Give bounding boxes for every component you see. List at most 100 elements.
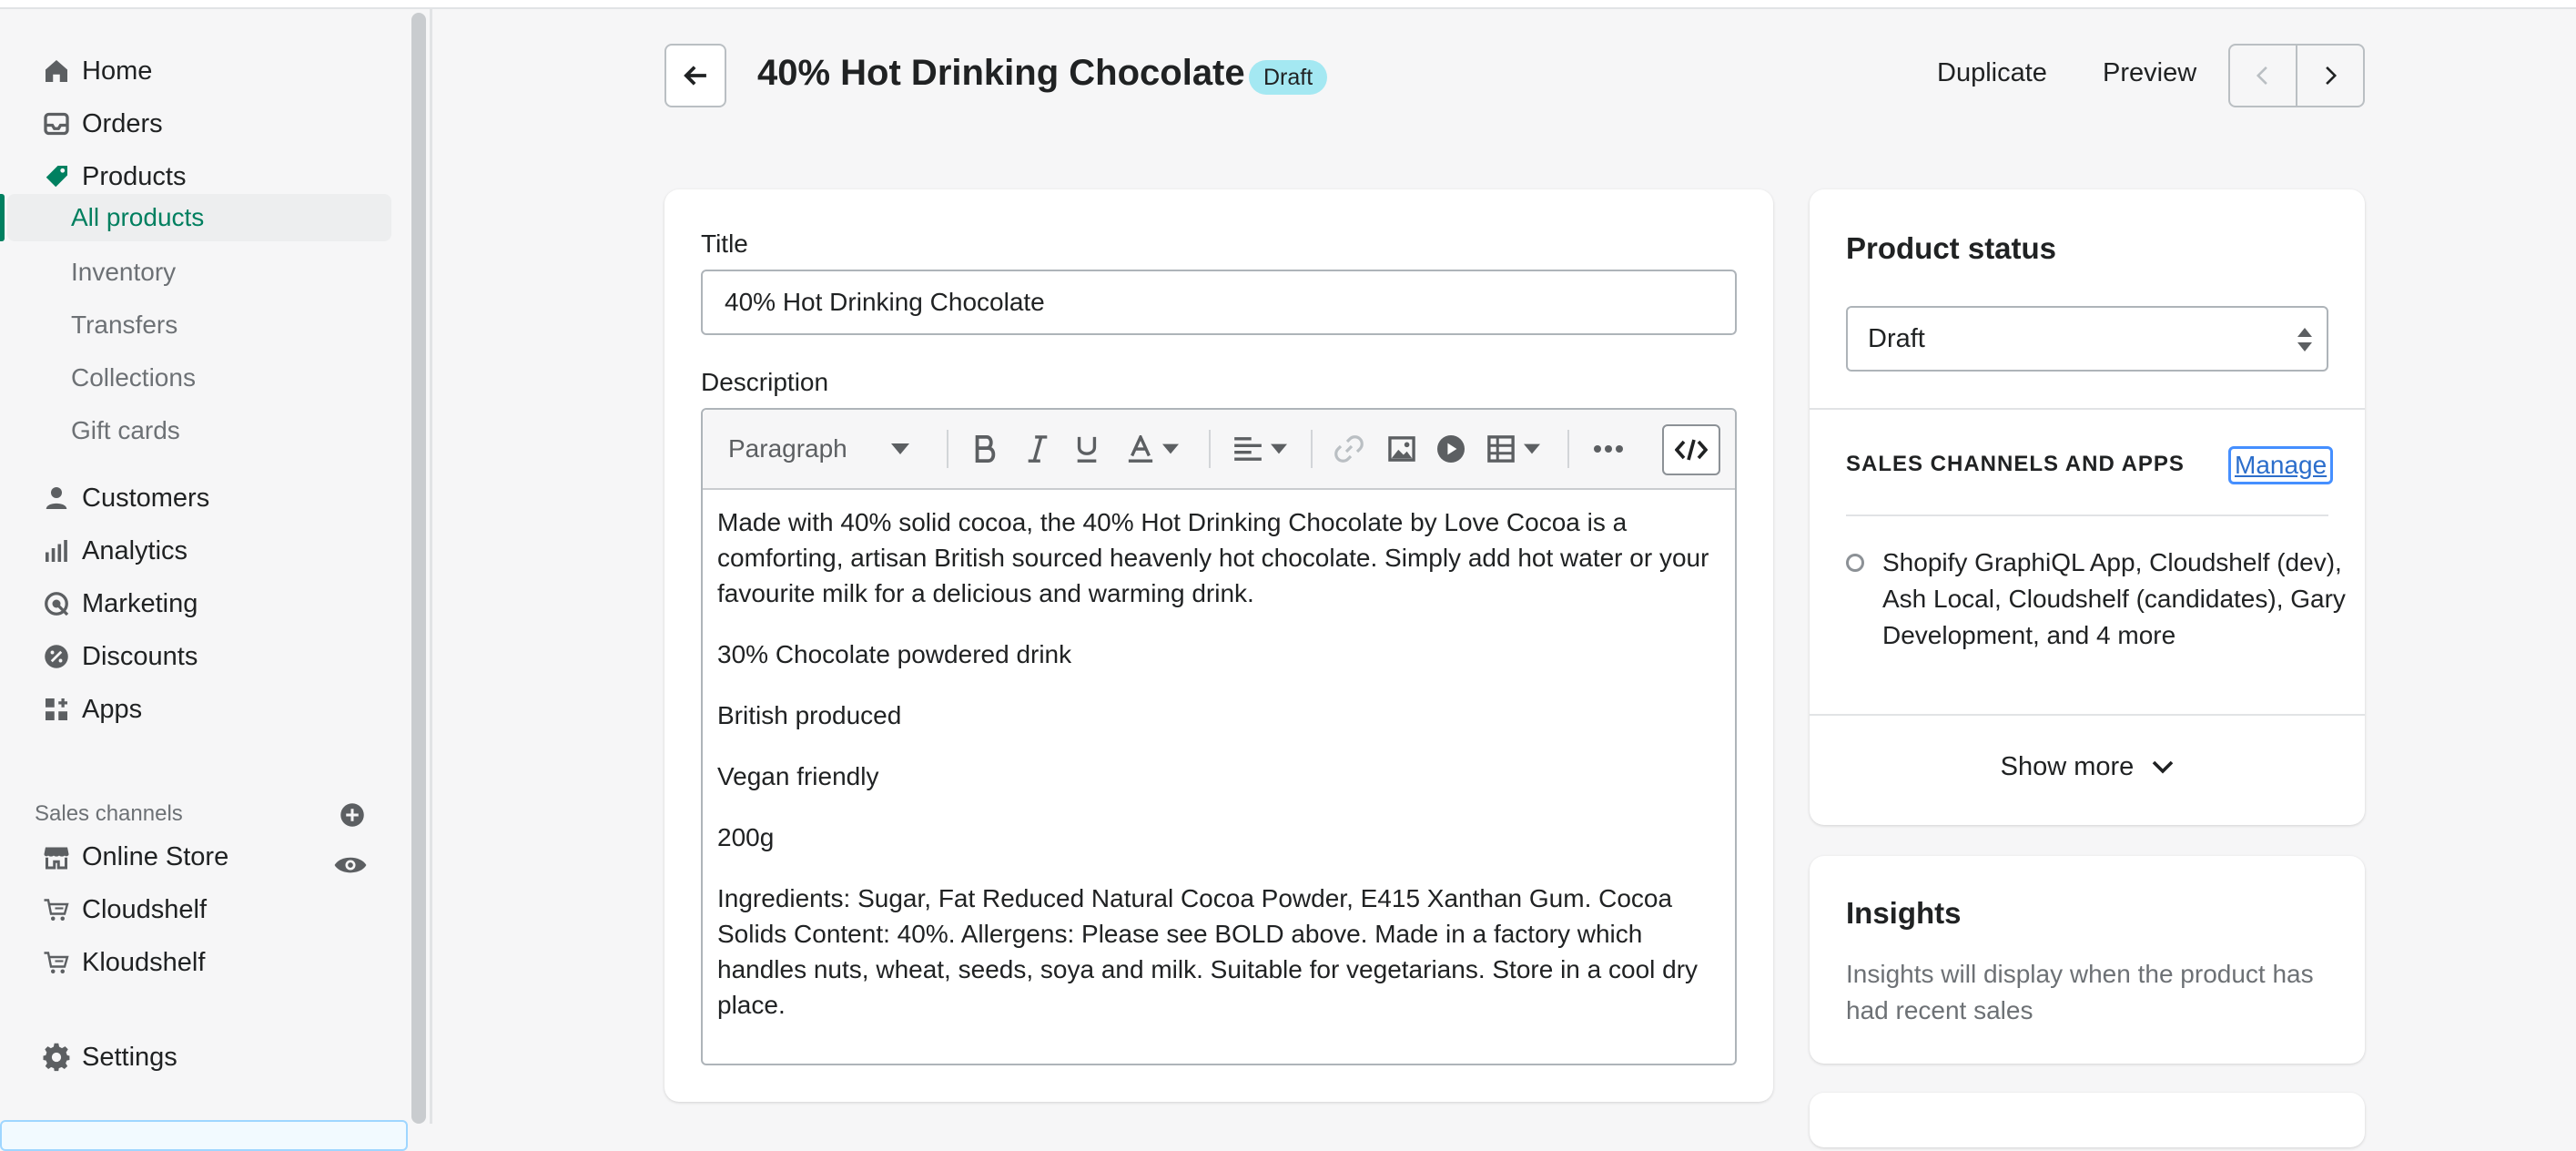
sidebar-item-home[interactable]: Home <box>0 49 391 93</box>
caret-down-icon <box>890 443 909 455</box>
top-bar <box>0 0 2576 9</box>
target-icon <box>40 587 73 620</box>
cart-icon <box>40 893 73 926</box>
page-title: 40% Hot Drinking Chocolate <box>757 53 1245 93</box>
toolbar-divider <box>947 430 948 468</box>
sidebar-item-all-products[interactable]: All products <box>7 194 391 241</box>
description-paragraph: 30% Chocolate powdered drink <box>717 640 1072 668</box>
sidebar-item-label: All products <box>71 203 205 231</box>
sidebar-item-inventory[interactable]: Inventory <box>0 249 391 296</box>
sidebar-item-label: Online Store <box>82 841 229 871</box>
status-select-value: Draft <box>1868 324 1925 353</box>
toolbar-divider <box>1209 430 1211 468</box>
sidebar-item-label: Collections <box>71 363 196 392</box>
description-paragraph: Made with 40% solid cocoa, the 40% Hot D… <box>717 508 1709 607</box>
sidebar-item-label: Customers <box>82 483 210 513</box>
sales-channels-heading: Sales channels <box>35 801 183 826</box>
sidebar-divider <box>430 9 432 1124</box>
sidebar-item-cloudshelf[interactable]: Cloudshelf <box>0 888 391 932</box>
insert-video-button[interactable] <box>1431 428 1471 470</box>
next-product-button[interactable] <box>2296 46 2363 106</box>
chevron-right-icon <box>2318 64 2342 87</box>
image-icon <box>1388 436 1415 462</box>
sidebar-item-label: Apps <box>82 694 143 724</box>
manage-channels-link[interactable]: Manage <box>2228 446 2334 484</box>
link-icon <box>1334 434 1364 463</box>
add-channel-icon[interactable] <box>339 801 366 829</box>
play-circle-icon <box>1436 434 1465 463</box>
tag-icon <box>40 160 73 193</box>
sidebar-nav: Home Orders Products All products Invent… <box>0 9 408 1151</box>
sidebar-bottom-banner[interactable] <box>0 1120 408 1151</box>
insert-image-button[interactable] <box>1382 428 1422 470</box>
align-button[interactable] <box>1229 428 1293 470</box>
caret-down-icon <box>1524 443 1540 454</box>
sidebar-item-analytics[interactable]: Analytics <box>0 529 391 573</box>
insert-table-button[interactable] <box>1482 428 1546 470</box>
sidebar-item-label: Cloudshelf <box>82 894 208 924</box>
sidebar-item-discounts[interactable]: Discounts <box>0 635 391 678</box>
sidebar-scrollbar[interactable] <box>411 13 426 1124</box>
sidebar-item-settings[interactable]: Settings <box>0 1035 391 1079</box>
toolbar-divider <box>1311 430 1313 468</box>
text-color-button[interactable] <box>1121 428 1185 470</box>
sidebar-item-label: Inventory <box>71 258 177 286</box>
home-icon <box>40 55 73 87</box>
previous-product-button[interactable] <box>2230 46 2296 106</box>
toolbar-divider <box>1567 430 1569 468</box>
more-options-button[interactable] <box>1586 428 1631 470</box>
show-more-button[interactable]: Show more <box>1810 752 2365 782</box>
insights-title: Insights <box>1846 896 1962 930</box>
status-select[interactable]: Draft <box>1846 306 2328 372</box>
sidebar-item-transfers[interactable]: Transfers <box>0 301 391 349</box>
sidebar-item-label: Kloudshelf <box>82 947 206 977</box>
sidebar-item-label: Settings <box>82 1042 177 1072</box>
description-paragraph: 200g <box>717 823 775 851</box>
sidebar-item-gift-cards[interactable]: Gift cards <box>0 407 391 454</box>
product-status-title: Product status <box>1846 231 2057 265</box>
paragraph-format-select[interactable]: Paragraph <box>728 428 909 470</box>
bold-button[interactable] <box>967 428 1003 470</box>
back-button[interactable] <box>664 44 726 107</box>
chevron-down-icon <box>2152 760 2174 775</box>
sidebar-item-apps[interactable]: Apps <box>0 688 391 731</box>
inbox-icon <box>40 107 73 140</box>
cart-icon <box>40 946 73 979</box>
sidebar-item-products[interactable]: Products <box>0 155 391 199</box>
section-divider <box>1846 514 2328 516</box>
preview-button[interactable]: Preview <box>2103 58 2196 88</box>
sidebar-item-label: Transfers <box>71 311 178 339</box>
bold-icon <box>973 435 997 463</box>
underline-button[interactable] <box>1069 428 1105 470</box>
status-badge: Draft <box>1249 60 1328 95</box>
sidebar-item-orders[interactable]: Orders <box>0 102 391 146</box>
section-divider <box>1810 408 2365 410</box>
html-source-button[interactable] <box>1662 424 1720 475</box>
description-editor: Paragraph Made with 40% solid cocoa, the… <box>701 408 1737 1065</box>
sidebar-item-label: Analytics <box>82 535 188 565</box>
align-left-icon <box>1234 437 1262 461</box>
description-content[interactable]: Made with 40% solid cocoa, the 40% Hot D… <box>717 504 1719 1048</box>
eye-icon[interactable] <box>333 851 368 879</box>
sidebar-item-customers[interactable]: Customers <box>0 476 391 520</box>
sidebar-item-label: Gift cards <box>71 416 180 444</box>
duplicate-button[interactable]: Duplicate <box>1937 58 2047 88</box>
format-select-label: Paragraph <box>728 434 847 463</box>
editor-toolbar: Paragraph <box>703 410 1735 490</box>
title-label: Title <box>701 229 748 258</box>
caret-down-icon <box>1162 443 1179 454</box>
italic-button[interactable] <box>1019 428 1056 470</box>
sidebar-item-collections[interactable]: Collections <box>0 354 391 402</box>
sidebar-item-marketing[interactable]: Marketing <box>0 582 391 626</box>
sidebar-item-label: Home <box>82 56 153 86</box>
table-icon <box>1487 435 1515 463</box>
pagination <box>2228 44 2365 107</box>
bar-chart-icon <box>40 535 73 567</box>
description-paragraph: Ingredients: Sugar, Fat Reduced Natural … <box>717 884 1699 1019</box>
link-button[interactable] <box>1329 428 1369 470</box>
store-icon <box>40 840 73 873</box>
title-input[interactable]: 40% Hot Drinking Chocolate <box>701 270 1737 335</box>
sidebar-item-kloudshelf[interactable]: Kloudshelf <box>0 941 391 984</box>
sidebar-item-label: Discounts <box>82 641 198 671</box>
person-icon <box>40 482 73 514</box>
